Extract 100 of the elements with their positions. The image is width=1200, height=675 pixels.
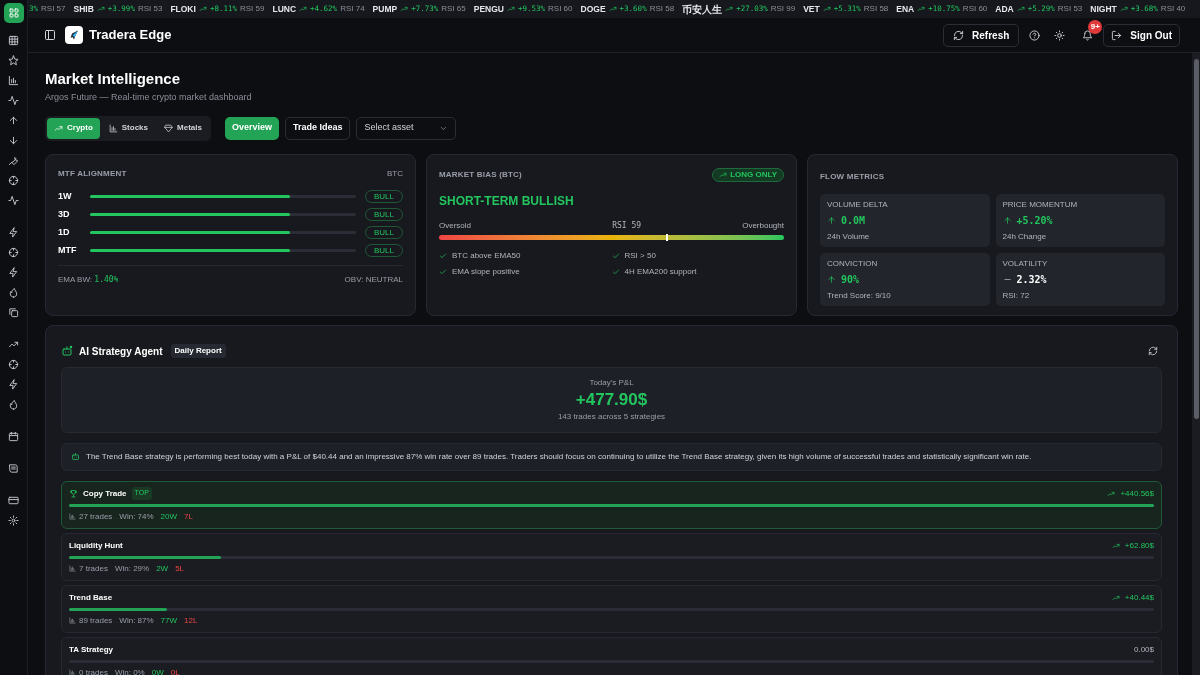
pnl-value: +477.90$ [575,388,648,411]
trend-up-icon [1107,489,1116,498]
arrow-down-icon[interactable] [8,135,19,146]
refresh-button[interactable]: Refresh [943,23,1020,47]
gauge-label: Oversold [439,219,471,232]
summary-text: The Trend Base strategy is performing best today with a P&L of $40.44 and an impressive 87% win rate over 89 trades. Traders should focus on continuing to utilize the Trend Base strategy, given its high volume of successful trades and statistically significant win rate. [86,450,1032,463]
wins-count: 20W [160,510,178,523]
ticker-symbol[interactable]: ENA [896,2,915,16]
trend-up-icon [719,170,728,179]
metric-label: VOLUME DELTA [827,198,889,210]
ticker-symbol[interactable]: DOGE [580,2,606,16]
bell-icon[interactable] [1082,29,1094,41]
settings-icon[interactable] [8,515,19,526]
timeframe-label: MTF [58,243,78,257]
arrow-up-icon[interactable] [8,115,19,126]
crosshair-icon[interactable] [8,175,19,186]
copy-icon[interactable] [8,307,19,318]
strategy-pnl: +62.80$ [1124,539,1154,552]
help-icon[interactable] [1029,29,1041,41]
ticker-symbol[interactable]: FLOKI [170,2,196,16]
trade-count: 7 trades [79,562,108,575]
crosshair-icon[interactable] [8,247,19,258]
strategy-card[interactable]: Liquidity Hunt +62.80$ 7 trades Win: 29% 2W 5L [61,532,1162,581]
ticker-rsi: RSI 60 [962,3,988,15]
refresh-icon [953,29,965,41]
market-tab[interactable]: Metals [157,117,209,139]
lightning-icon[interactable] [8,227,19,238]
bar-chart-icon [69,669,76,675]
ticker-symbol[interactable]: ADA [995,2,1014,16]
ticker-symbol[interactable]: NIGHT [1090,2,1117,16]
flame-icon[interactable] [8,399,19,410]
metric-value: +5.20% [1016,213,1053,228]
crosshair-icon[interactable] [8,359,19,370]
check-item: RSI > 50 [624,249,656,262]
calendar-icon[interactable] [8,431,19,442]
bar-chart-icon[interactable] [8,75,19,86]
logout-icon [1111,29,1123,41]
notification-badge: 9+ [1088,19,1103,34]
ticker-symbol[interactable]: 币安人生 [682,1,723,17]
trend-up-icon [299,5,308,13]
scrollbar[interactable] [1192,53,1200,675]
view-tab[interactable]: Trade Ideas [284,116,351,140]
grid-icon[interactable] [8,35,19,46]
trend-up-icon [1111,541,1120,550]
asset-select[interactable]: Select asset [356,116,457,140]
pulse-icon[interactable] [8,195,19,206]
trend-up-icon [917,5,926,13]
asset-label: BTC [387,167,403,180]
diamond-icon [164,123,173,133]
trend-up-icon [822,5,831,13]
ticker-rsi: RSI 53 [1057,3,1083,15]
ticker-symbol[interactable]: SHIB [73,2,94,16]
trend-up-icon [1119,5,1128,13]
metric-note: Trend Score: 9/10 [827,289,892,301]
card-title: MTF ALIGNMENT [58,167,127,180]
gauge-label: Overbought [742,219,784,232]
market-tab[interactable]: Stocks [101,117,155,139]
ticker-rsi: RSI 57 [41,3,66,15]
ema-bandwidth: EMA BW: 1.40% [58,273,119,286]
timeframe-label: 1D [58,225,71,239]
wins-count: 2W [156,562,169,575]
trend-up-icon[interactable] [8,339,19,350]
sidebar-toggle-icon[interactable] [44,29,56,41]
trend-up-icon [54,123,63,133]
ticker-symbol[interactable]: VET [803,2,820,16]
trade-count: 27 trades [79,510,113,523]
robot-icon [71,452,80,461]
ticker-symbol[interactable]: PUMP [372,2,398,16]
robot-icon [61,345,73,357]
strategy-name: Copy Trade [83,487,127,500]
star-icon[interactable] [8,55,19,66]
metric-value: 90% [841,272,860,287]
trend-up-icon [608,5,617,13]
agent-title: AI Strategy Agent [79,344,163,359]
bar-chart-icon [69,513,76,520]
app-logo[interactable] [3,3,24,23]
theme-toggle-icon[interactable] [1054,29,1066,41]
lightning-icon[interactable] [8,267,19,278]
metric-note: RSI: 72 [1002,289,1031,301]
strategy-card[interactable]: TA Strategy 0.00$ 0 trades Win: 0% 0W 0L [61,636,1162,675]
refresh-icon[interactable] [1148,346,1158,356]
page-subtitle: Argos Future — Real-time crypto market dashboard [45,91,253,104]
sign-out-button[interactable]: Sign Out [1103,23,1180,47]
lightning-icon[interactable] [8,379,19,390]
pulse-icon[interactable] [8,95,19,106]
wins-count: 0W [151,666,164,675]
card-title: FLOW METRICS [820,170,886,183]
wins-count: 77W [160,614,178,627]
metric-note: 24h Change [1002,230,1048,242]
ticker-symbol[interactable]: LUNC [272,2,297,16]
flame-icon[interactable] [8,287,19,298]
ticker-rsi: RSI 59 [239,3,265,15]
trophy-icon [69,489,78,498]
strategy-card[interactable]: Trend Base +40.44$ 89 trades Win: 87% 77W 12L [61,584,1162,633]
ticker-symbol[interactable]: PENGU [473,2,504,16]
metric-label: VOLATILITY [1002,257,1049,269]
losses-count: 0L [170,666,180,675]
card-icon[interactable] [8,495,19,506]
book-icon[interactable] [8,463,19,474]
arrow-up-icon [827,274,836,284]
